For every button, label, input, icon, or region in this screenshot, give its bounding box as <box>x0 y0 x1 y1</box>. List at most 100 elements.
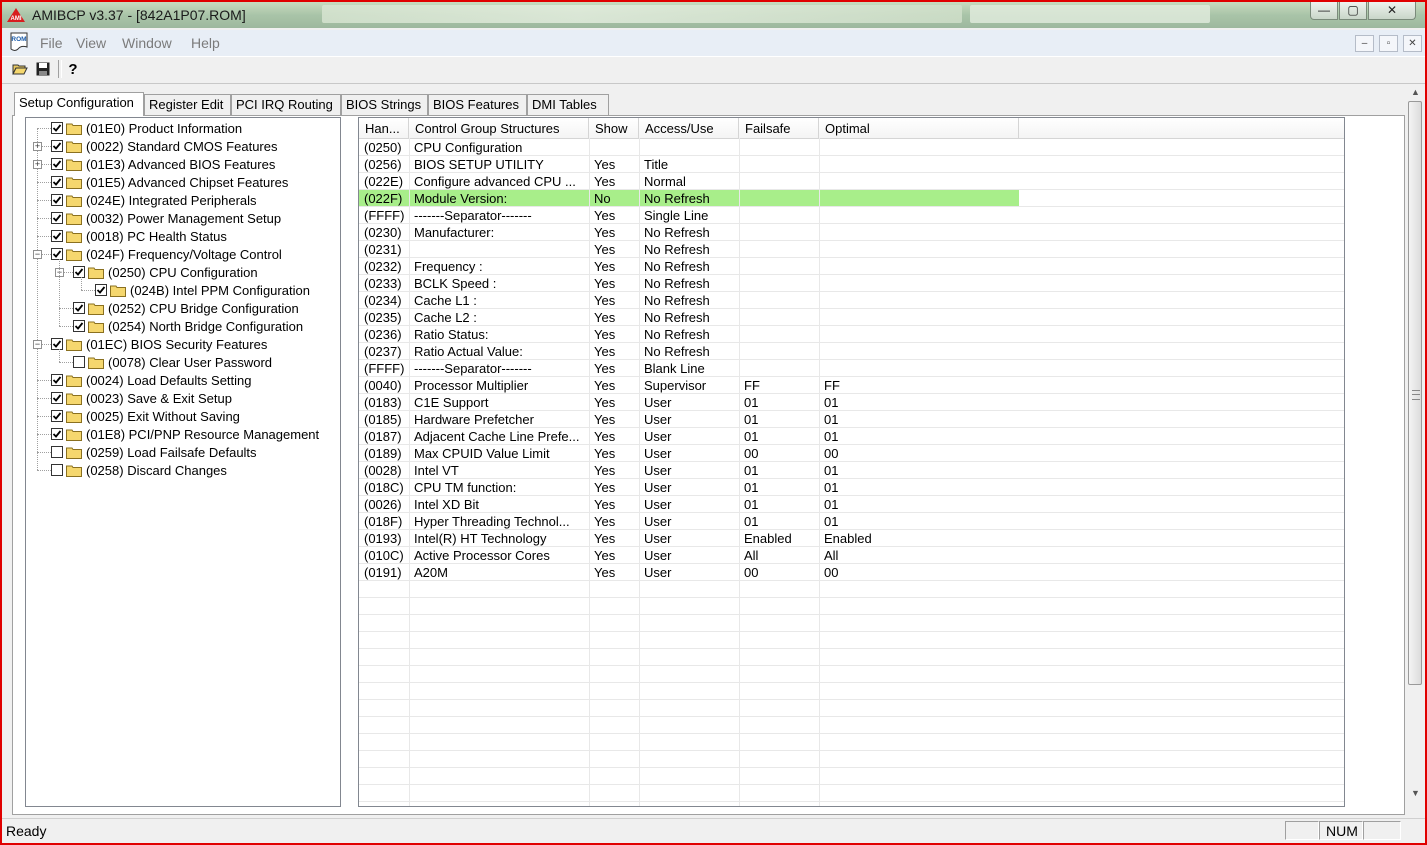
checked-checkbox-icon[interactable] <box>51 212 63 224</box>
table-row[interactable]: (0236) Ratio Status: Yes No Refresh <box>359 326 1344 343</box>
control-list[interactable]: Han... Control Group Structures Show Acc… <box>358 117 1345 807</box>
checked-checkbox-icon[interactable] <box>51 230 63 242</box>
menu-view[interactable]: View <box>76 35 106 51</box>
tree-node[interactable]: (0025) Exit Without Saving <box>51 407 240 425</box>
unchecked-checkbox-icon[interactable] <box>73 356 85 368</box>
tree-node[interactable]: (024F) Frequency/Voltage Control <box>51 245 282 263</box>
scroll-down-arrow-icon[interactable]: ▼ <box>1407 785 1424 802</box>
table-row[interactable]: (018F) Hyper Threading Technol... Yes User 0… <box>359 513 1344 530</box>
tree-node[interactable]: (0022) Standard CMOS Features <box>51 137 277 155</box>
tree-node[interactable]: (0259) Load Failsafe Defaults <box>51 443 257 461</box>
close-button[interactable]: ✕ <box>1368 2 1416 20</box>
table-row[interactable]: (0250) CPU Configuration <box>359 139 1344 156</box>
tree-node[interactable]: (0032) Power Management Setup <box>51 209 281 227</box>
tree-node[interactable]: (0250) CPU Configuration <box>73 263 258 281</box>
table-row[interactable]: (0233) BCLK Speed : Yes No Refresh <box>359 275 1344 292</box>
table-row[interactable]: (010C) Active Processor Cores Yes User All Al… <box>359 547 1344 564</box>
checked-checkbox-icon[interactable] <box>73 266 85 278</box>
table-row[interactable]: (0183) C1E Support Yes User 01 01 <box>359 394 1344 411</box>
tree-node[interactable]: (01E0) Product Information <box>51 119 242 137</box>
tree-node[interactable]: (0258) Discard Changes <box>51 461 227 479</box>
tree-node[interactable]: (01EC) BIOS Security Features <box>51 335 267 353</box>
column-control-group[interactable]: Control Group Structures <box>409 118 589 138</box>
menu-help[interactable]: Help <box>191 35 220 51</box>
tab-setup-configuration[interactable]: Setup Configuration <box>14 92 144 116</box>
table-row[interactable]: (0193) Intel(R) HT Technology Yes User Enabl… <box>359 530 1344 547</box>
setup-tree[interactable]: (01E0) Product Information + (0022) Standa… <box>25 117 341 807</box>
column-failsafe[interactable]: Failsafe <box>739 118 819 138</box>
checked-checkbox-icon[interactable] <box>51 428 63 440</box>
checked-checkbox-icon[interactable] <box>51 410 63 422</box>
tree-node[interactable]: (0023) Save & Exit Setup <box>51 389 232 407</box>
tab-register-edit[interactable]: Register Edit <box>144 94 231 115</box>
checked-checkbox-icon[interactable] <box>51 140 63 152</box>
title-bar[interactable]: AMI AMIBCP v3.37 - [842A1P07.ROM] — ▢ ✕ <box>2 2 1425 28</box>
minimize-button[interactable]: — <box>1310 2 1338 20</box>
unchecked-checkbox-icon[interactable] <box>51 446 63 458</box>
table-row[interactable]: (022F) Module Version: No No Refresh <box>359 190 1344 207</box>
table-row[interactable]: (0235) Cache L2 : Yes No Refresh <box>359 309 1344 326</box>
table-row[interactable]: (0237) Ratio Actual Value: Yes No Refresh <box>359 343 1344 360</box>
checked-checkbox-icon[interactable] <box>51 392 63 404</box>
table-row[interactable]: (0028) Intel VT Yes User 01 01 <box>359 462 1344 479</box>
save-button[interactable] <box>33 59 53 79</box>
checked-checkbox-icon[interactable] <box>51 374 63 386</box>
menu-window[interactable]: Window <box>122 35 172 51</box>
checked-checkbox-icon[interactable] <box>95 284 107 296</box>
tree-node[interactable]: (0018) PC Health Status <box>51 227 227 245</box>
table-row[interactable]: (0232) Frequency : Yes No Refresh <box>359 258 1344 275</box>
table-row[interactable]: (0187) Adjacent Cache Line Prefe... Yes Use… <box>359 428 1344 445</box>
table-row[interactable]: (0189) Max CPUID Value Limit Yes User 00 00 <box>359 445 1344 462</box>
table-row[interactable]: (018C) CPU TM function: Yes User 01 01 <box>359 479 1344 496</box>
tree-node[interactable]: (01E3) Advanced BIOS Features <box>51 155 275 173</box>
tab-bios-features[interactable]: BIOS Features <box>428 94 527 115</box>
tree-node[interactable]: (024E) Integrated Peripherals <box>51 191 257 209</box>
table-row[interactable]: (0026) Intel XD Bit Yes User 01 01 <box>359 496 1344 513</box>
collapse-minus-icon[interactable]: − <box>33 340 42 349</box>
maximize-button[interactable]: ▢ <box>1339 2 1367 20</box>
table-row[interactable]: (0040) Processor Multiplier Yes Supervisor F… <box>359 377 1344 394</box>
checked-checkbox-icon[interactable] <box>51 176 63 188</box>
tab-bios-strings[interactable]: BIOS Strings <box>341 94 428 115</box>
checked-checkbox-icon[interactable] <box>51 158 63 170</box>
tree-node[interactable]: (0078) Clear User Password <box>73 353 272 371</box>
mdi-close-button[interactable]: ✕ <box>1403 35 1422 52</box>
tree-node[interactable]: (0024) Load Defaults Setting <box>51 371 252 389</box>
mdi-restore-button[interactable]: ▫ <box>1379 35 1398 52</box>
open-button[interactable] <box>10 59 30 79</box>
tree-node[interactable]: (01E5) Advanced Chipset Features <box>51 173 288 191</box>
checked-checkbox-icon[interactable] <box>51 194 63 206</box>
help-button[interactable]: ? <box>63 59 83 79</box>
table-row[interactable]: (0191) A20M Yes User 00 00 <box>359 564 1344 581</box>
table-row[interactable]: (0185) Hardware Prefetcher Yes User 01 01 <box>359 411 1344 428</box>
tab-pci-irq-routing[interactable]: PCI IRQ Routing <box>231 94 341 115</box>
table-row[interactable]: (0231) Yes No Refresh <box>359 241 1344 258</box>
column-optimal[interactable]: Optimal <box>819 118 1019 138</box>
scroll-thumb[interactable] <box>1408 101 1422 685</box>
checked-checkbox-icon[interactable] <box>73 320 85 332</box>
expand-plus-icon[interactable]: + <box>33 160 42 169</box>
table-row[interactable]: (0256) BIOS SETUP UTILITY Yes Title <box>359 156 1344 173</box>
collapse-minus-icon[interactable]: − <box>33 250 42 259</box>
unchecked-checkbox-icon[interactable] <box>51 464 63 476</box>
tree-node[interactable]: (0254) North Bridge Configuration <box>73 317 303 335</box>
column-handle[interactable]: Han... <box>359 118 409 138</box>
vertical-scrollbar[interactable]: ▲ ▼ <box>1407 84 1424 802</box>
table-row[interactable]: (0230) Manufacturer: Yes No Refresh <box>359 224 1344 241</box>
table-row[interactable]: (FFFF) -------Separator------- Yes Blank Li… <box>359 360 1344 377</box>
checked-checkbox-icon[interactable] <box>73 302 85 314</box>
scroll-up-arrow-icon[interactable]: ▲ <box>1407 84 1424 101</box>
table-row[interactable]: (022E) Configure advanced CPU ... Yes Norma… <box>359 173 1344 190</box>
checked-checkbox-icon[interactable] <box>51 338 63 350</box>
tree-node[interactable]: (01E8) PCI/PNP Resource Management <box>51 425 319 443</box>
expand-plus-icon[interactable]: + <box>33 142 42 151</box>
mdi-minimize-button[interactable]: – <box>1355 35 1374 52</box>
rom-document-icon[interactable]: ROM <box>9 32 31 52</box>
column-show[interactable]: Show <box>589 118 639 138</box>
tree-node[interactable]: (024B) Intel PPM Configuration <box>95 281 310 299</box>
column-access-use[interactable]: Access/Use <box>639 118 739 138</box>
table-row[interactable]: (0234) Cache L1 : Yes No Refresh <box>359 292 1344 309</box>
checked-checkbox-icon[interactable] <box>51 122 63 134</box>
checked-checkbox-icon[interactable] <box>51 248 63 260</box>
table-row[interactable]: (FFFF) -------Separator------- Yes Single L… <box>359 207 1344 224</box>
